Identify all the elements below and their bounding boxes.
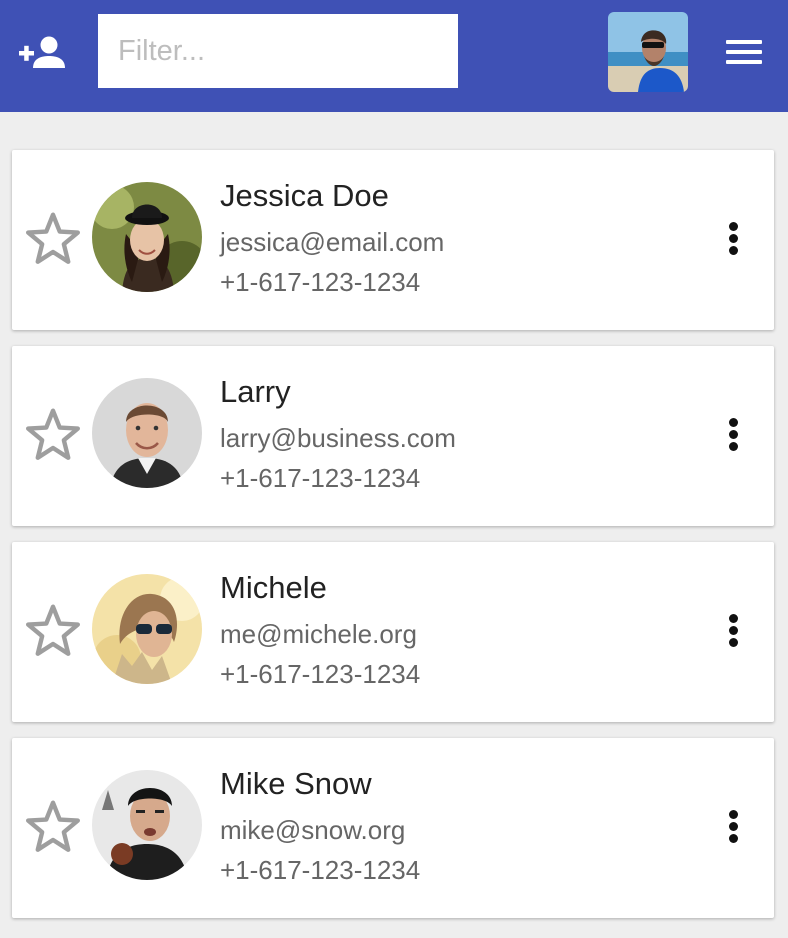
contact-name: Larry xyxy=(220,374,291,409)
contact-photo xyxy=(92,770,202,880)
contact-email: mike@snow.org xyxy=(220,815,406,845)
favorite-star-button[interactable] xyxy=(22,796,84,858)
add-contact-button[interactable] xyxy=(14,30,70,76)
menu-button[interactable] xyxy=(722,34,766,70)
contact-email: jessica@email.com xyxy=(220,227,445,257)
contact-phone: +1-617-123-1234 xyxy=(220,659,421,689)
contact-photo xyxy=(92,182,202,292)
more-vert-icon xyxy=(729,222,738,231)
contact-phone: +1-617-123-1234 xyxy=(220,463,421,493)
favorite-star-button[interactable] xyxy=(22,600,84,662)
favorite-star-button[interactable] xyxy=(22,208,84,270)
more-vert-dot xyxy=(729,626,738,635)
more-vert-dot xyxy=(729,234,738,243)
contact-card[interactable]: Larry larry@business.com +1-617-123-1234 xyxy=(12,346,774,526)
contact-card[interactable]: Jessica Doe jessica@email.com +1-617-123… xyxy=(12,150,774,330)
more-vert-icon xyxy=(729,810,738,819)
contact-list: Jessica Doe jessica@email.com +1-617-123… xyxy=(12,150,774,934)
more-vert-icon xyxy=(729,418,738,427)
contact-phone: +1-617-123-1234 xyxy=(220,267,421,297)
filter-input[interactable] xyxy=(98,14,458,88)
contact-avatar xyxy=(92,574,202,684)
more-vert-dot xyxy=(729,822,738,831)
more-options-button[interactable] xyxy=(718,414,748,456)
hamburger-menu-icon xyxy=(726,40,762,44)
favorite-star-button[interactable] xyxy=(22,404,84,466)
contact-avatar xyxy=(92,182,202,292)
contact-name: Michele xyxy=(220,570,327,605)
user-photo xyxy=(608,12,688,92)
star-outline-icon xyxy=(26,800,80,852)
person-add-icon xyxy=(19,36,65,68)
contact-name: Mike Snow xyxy=(220,766,372,801)
more-vert-dot xyxy=(729,430,738,439)
more-options-button[interactable] xyxy=(718,218,748,260)
contact-email: me@michele.org xyxy=(220,619,417,649)
contact-email: larry@business.com xyxy=(220,423,456,453)
contact-phone: +1-617-123-1234 xyxy=(220,855,421,885)
contact-name: Jessica Doe xyxy=(220,178,389,213)
contact-photo xyxy=(92,378,202,488)
more-vert-dot xyxy=(729,246,738,255)
hamburger-line xyxy=(726,50,762,54)
star-outline-icon xyxy=(26,408,80,460)
more-vert-dot xyxy=(729,638,738,647)
more-vert-icon xyxy=(729,614,738,623)
more-options-button[interactable] xyxy=(718,610,748,652)
contact-card[interactable]: Michele me@michele.org +1-617-123-1234 xyxy=(12,542,774,722)
more-vert-dot xyxy=(729,442,738,451)
hamburger-line xyxy=(726,60,762,64)
contact-card[interactable]: Mike Snow mike@snow.org +1-617-123-1234 xyxy=(12,738,774,918)
more-vert-dot xyxy=(729,834,738,843)
app-header xyxy=(0,0,788,112)
contact-avatar xyxy=(92,378,202,488)
contact-avatar xyxy=(92,770,202,880)
star-outline-icon xyxy=(26,212,80,264)
current-user-avatar[interactable] xyxy=(608,12,688,92)
star-outline-icon xyxy=(26,604,80,656)
more-options-button[interactable] xyxy=(718,806,748,848)
contact-photo xyxy=(92,574,202,684)
